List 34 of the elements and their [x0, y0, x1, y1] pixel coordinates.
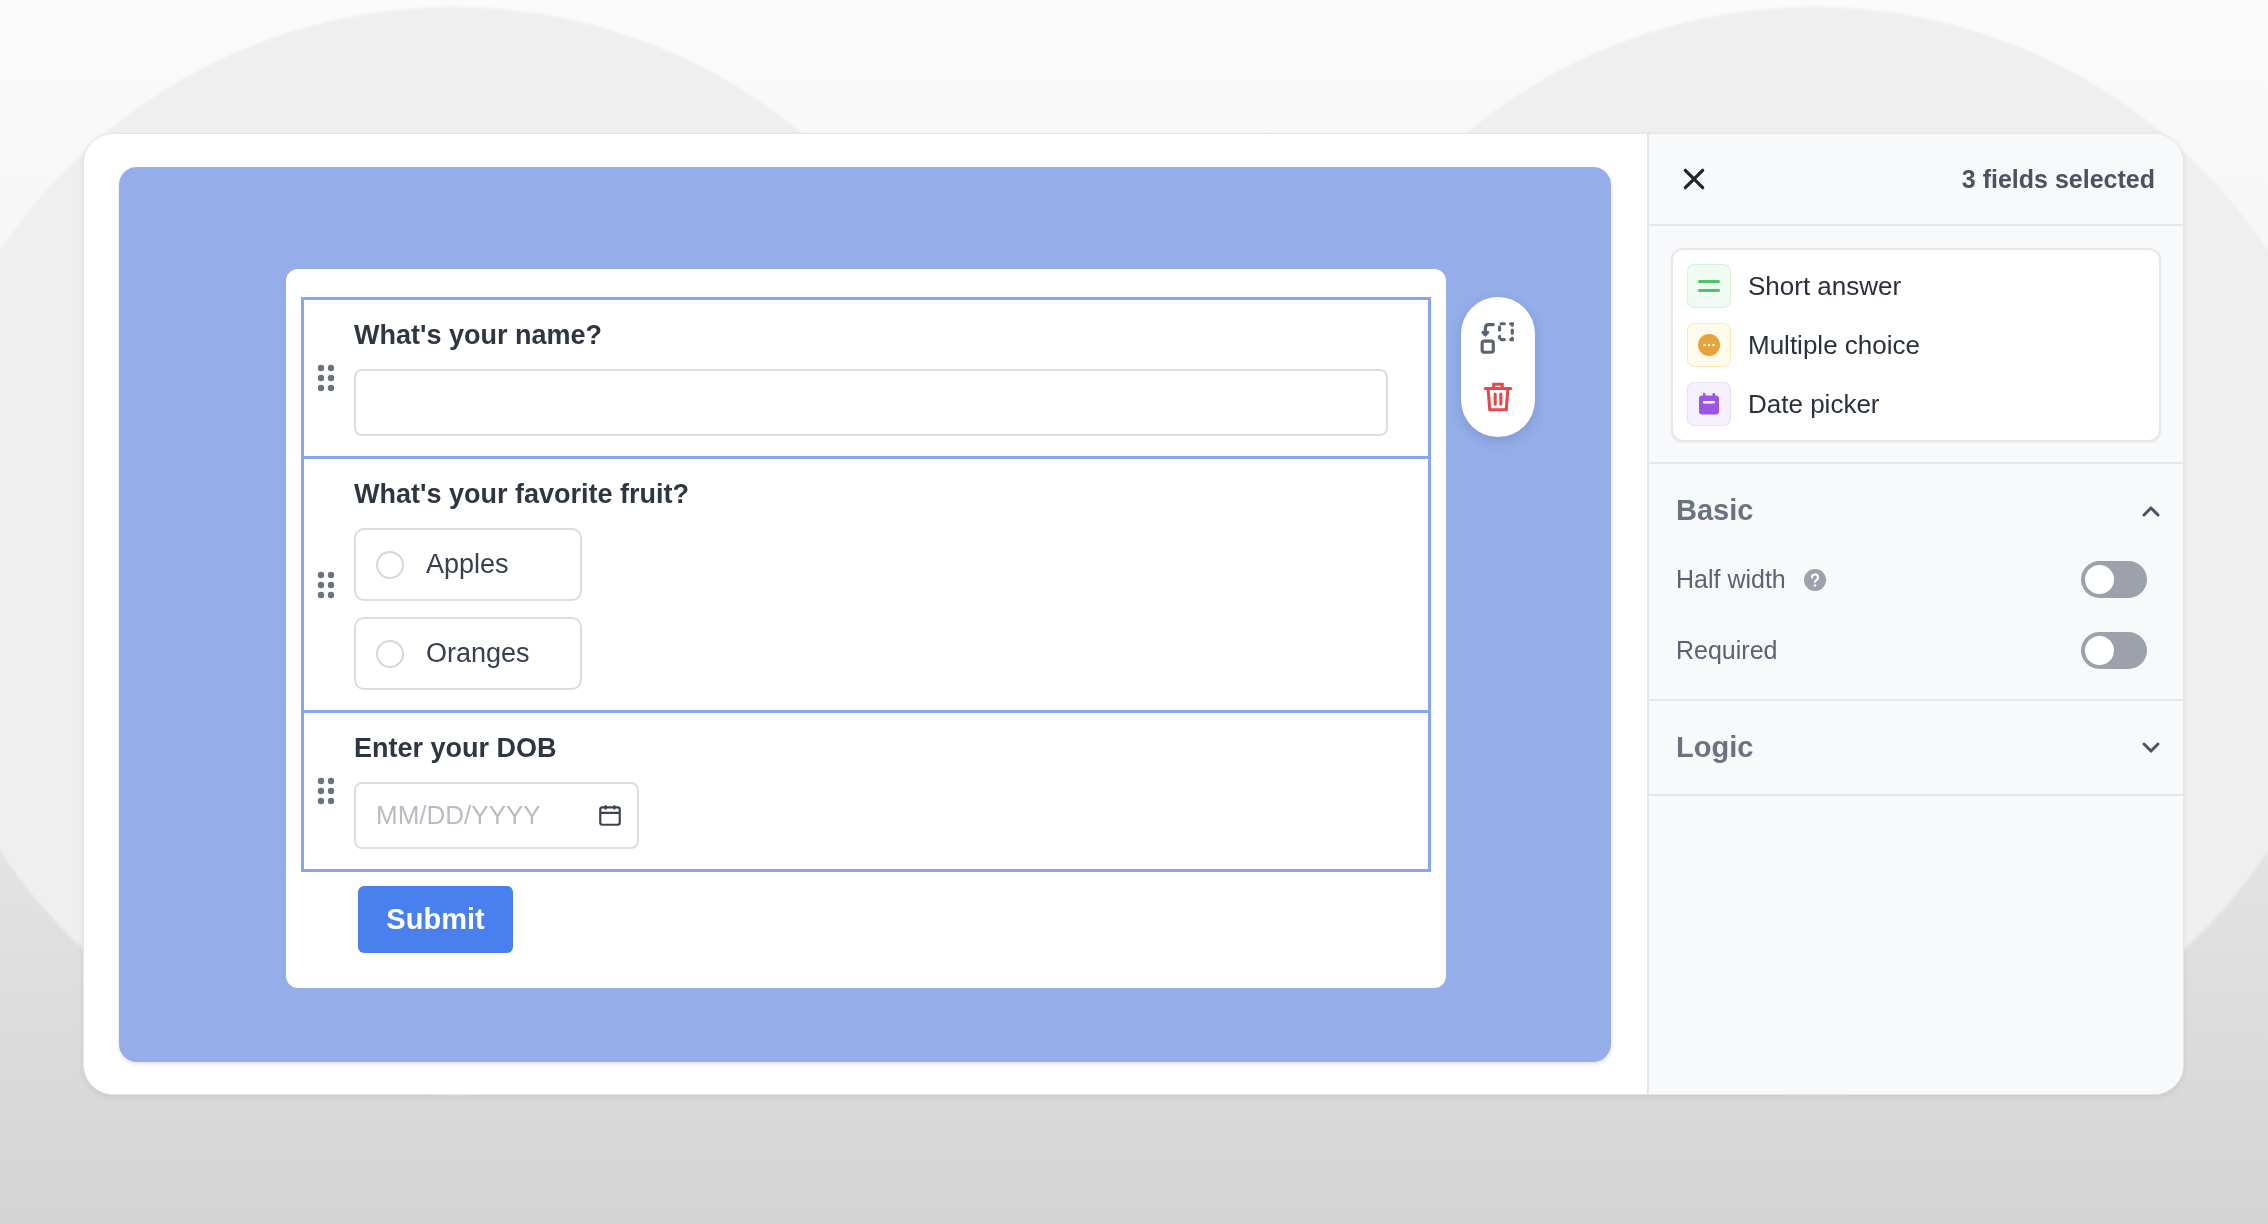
text-input-field[interactable]: [354, 369, 1388, 436]
setting-label: Half width: [1676, 565, 1786, 594]
selection-count: 3 fields selected: [1961, 164, 2155, 194]
submit-button[interactable]: Submit: [358, 886, 513, 953]
radio-option[interactable]: Oranges: [354, 617, 582, 690]
chevron-icon: [2141, 503, 2161, 518]
drag-handle-icon[interactable]: [316, 776, 336, 806]
field-label: What's your favorite fruit?: [354, 479, 690, 510]
chevron-icon: [2141, 740, 2161, 755]
radio-icon: [376, 550, 404, 579]
form-field[interactable]: Enter your DOB MM/DD/YYYY: [301, 710, 1431, 872]
section-header[interactable]: Logic: [1676, 731, 2161, 764]
radio-option[interactable]: Apples: [354, 528, 582, 601]
calendar-icon: [1687, 382, 1731, 426]
field-type-label: Date picker: [1748, 388, 1880, 420]
drag-handle-icon[interactable]: [316, 569, 336, 600]
close-icon[interactable]: [1681, 166, 1707, 192]
drag-handle-icon[interactable]: [316, 363, 336, 393]
radio-icon: [376, 639, 404, 668]
field-type-label: Multiple choice: [1748, 329, 1920, 361]
toggle-switch[interactable]: [2081, 632, 2147, 669]
toggle-switch[interactable]: [2081, 561, 2147, 598]
calendar-icon: [597, 802, 623, 828]
lines-icon: [1687, 264, 1731, 308]
setting-label: Required: [1676, 636, 1778, 665]
section-header[interactable]: Basic: [1676, 494, 2161, 527]
ungroup-icon[interactable]: [1479, 319, 1517, 357]
field-label: What's your name?: [354, 320, 603, 351]
form-field[interactable]: What's your favorite fruit? Apples Oranges: [301, 456, 1431, 713]
form-field[interactable]: What's your name?: [301, 297, 1431, 459]
field-label: Enter your DOB: [354, 733, 558, 764]
date-input-field[interactable]: MM/DD/YYYY: [354, 782, 639, 849]
field-type-label: Short answer: [1748, 270, 1902, 302]
help-icon[interactable]: [1803, 568, 1826, 591]
